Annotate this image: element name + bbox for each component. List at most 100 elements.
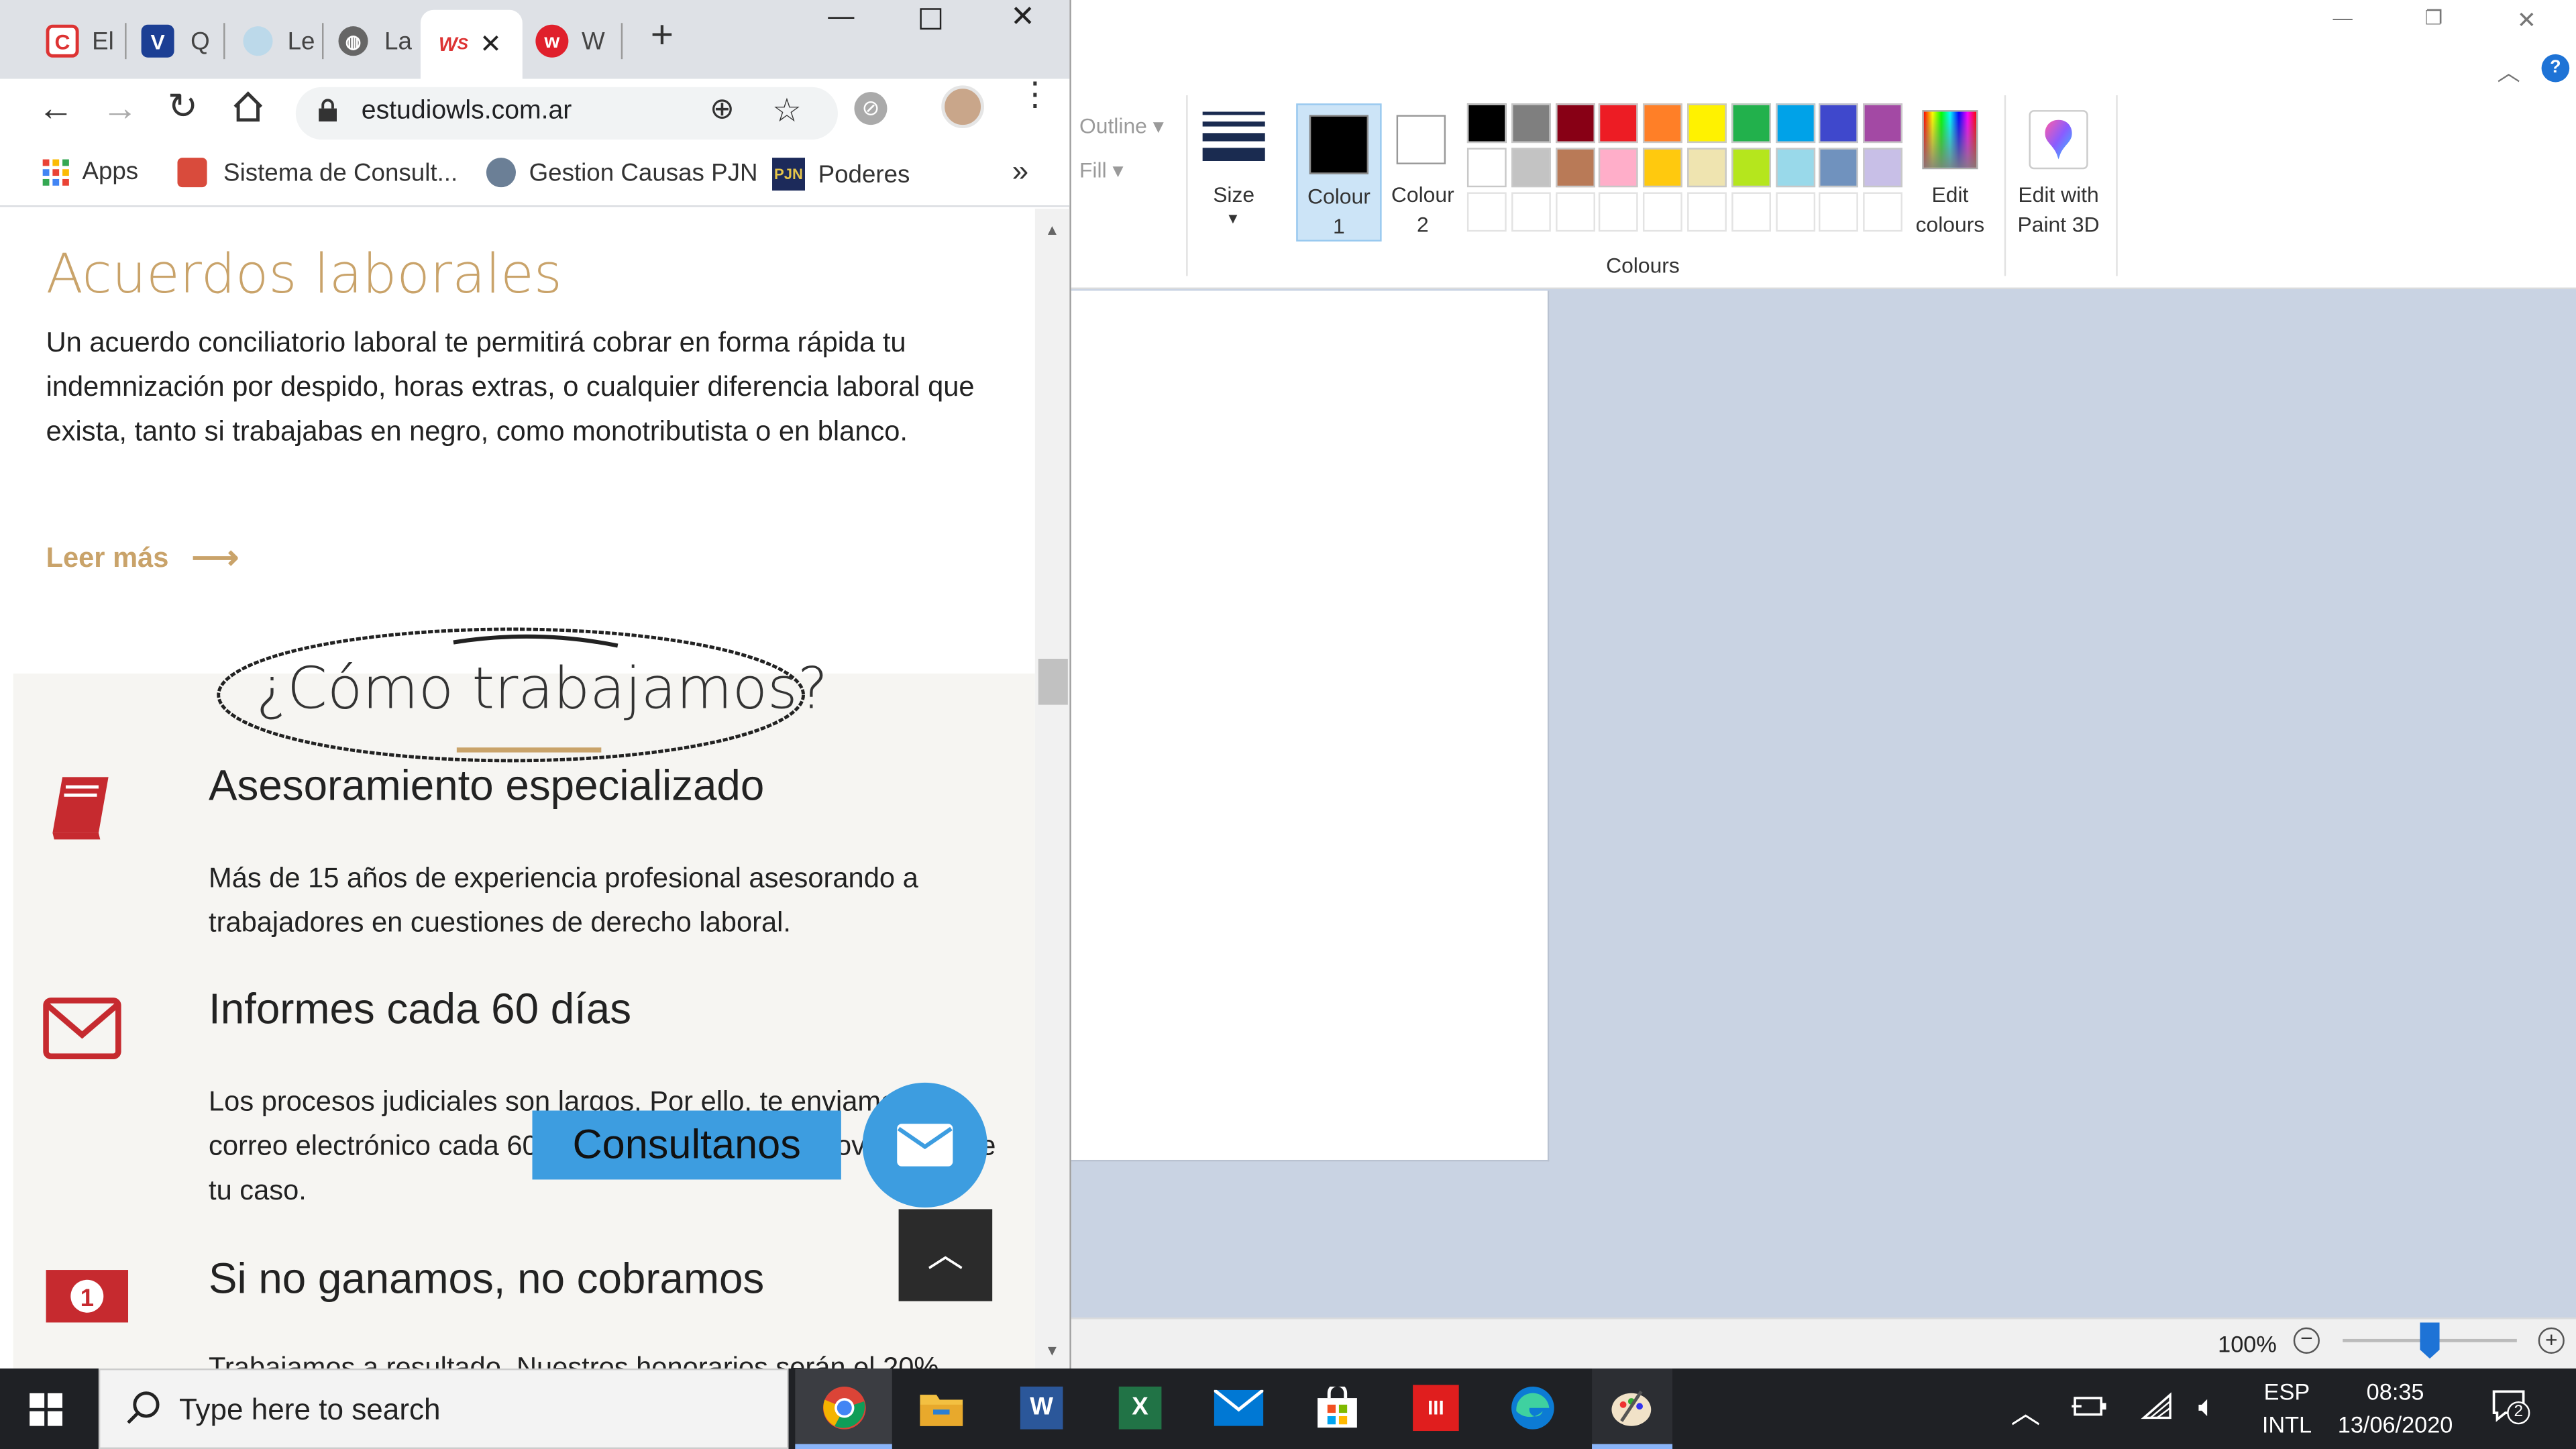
size-button[interactable]: Size ▼ xyxy=(1196,102,1272,247)
bookmark-poderes[interactable]: PJN Poderes xyxy=(772,158,910,191)
tab-label: El xyxy=(92,27,114,56)
scroll-thumb[interactable] xyxy=(1038,659,1068,705)
custom-colour-slot[interactable] xyxy=(1863,192,1903,232)
read-more-link[interactable]: Leer más ⟶ xyxy=(46,537,239,578)
file-explorer-icon[interactable] xyxy=(917,1383,966,1432)
tab-3[interactable]: Le xyxy=(243,16,315,65)
palette-swatch[interactable] xyxy=(1863,148,1903,188)
windows-start-icon[interactable] xyxy=(30,1393,63,1434)
forward-icon[interactable]: → xyxy=(102,87,138,130)
clock[interactable]: 08:35 13/06/2020 xyxy=(2330,1375,2461,1441)
home-icon[interactable] xyxy=(230,89,266,133)
help-icon[interactable]: ? xyxy=(2541,54,2570,83)
profile-avatar[interactable] xyxy=(941,85,984,129)
minimize-icon[interactable]: — xyxy=(2333,7,2353,30)
edge-icon[interactable] xyxy=(1508,1383,1557,1432)
scroll-down-icon[interactable]: ▼ xyxy=(1045,1342,1060,1358)
scroll-up-icon[interactable]: ▲ xyxy=(1045,222,1060,238)
more-bookmarks-icon[interactable]: » xyxy=(1012,154,1029,189)
menu-dots-icon[interactable]: ⋮ xyxy=(1018,79,1051,112)
scroll-to-top-button[interactable]: ︿ xyxy=(898,1209,993,1301)
red-app-icon[interactable]: III xyxy=(1411,1383,1460,1432)
close-window-icon[interactable]: ✕ xyxy=(1010,0,1035,34)
edit-colours-button[interactable]: Edit colours xyxy=(1913,103,1988,245)
volume-icon[interactable]: 🔈︎ xyxy=(2198,1390,2216,1424)
maximize-icon[interactable] xyxy=(920,8,942,30)
custom-colour-slot[interactable] xyxy=(1687,192,1727,232)
mail-app-icon[interactable] xyxy=(1214,1383,1264,1432)
mail-fab-button[interactable] xyxy=(862,1082,987,1208)
palette-swatch[interactable] xyxy=(1819,103,1859,144)
palette-swatch[interactable] xyxy=(1599,103,1639,144)
bookmark-sistema[interactable]: Sistema de Consult... xyxy=(177,158,458,188)
palette-swatch[interactable] xyxy=(1863,103,1903,144)
new-tab-button[interactable]: + xyxy=(651,13,674,60)
tab-6[interactable]: w W xyxy=(535,16,605,65)
palette-swatch[interactable] xyxy=(1731,103,1771,144)
feature-title: Si no ganamos, no cobramos xyxy=(209,1253,765,1303)
zoom-in-icon[interactable]: + xyxy=(2538,1327,2565,1354)
palette-swatch[interactable] xyxy=(1687,148,1727,188)
bookmark-gestion[interactable]: Gestion Causas PJN xyxy=(486,158,758,188)
page-scrollbar[interactable]: ▲ ▼ xyxy=(1034,209,1070,1369)
paint-icon[interactable] xyxy=(1607,1383,1656,1432)
collapse-ribbon-icon[interactable]: ︿ xyxy=(2497,56,2520,89)
palette-swatch[interactable] xyxy=(1466,148,1507,188)
custom-colour-slot[interactable] xyxy=(1643,192,1683,232)
palette-swatch[interactable] xyxy=(1555,148,1595,188)
tab-4[interactable]: ◍ La xyxy=(338,16,412,65)
palette-swatch[interactable] xyxy=(1819,148,1859,188)
zoom-icon[interactable]: ⊕ xyxy=(710,92,735,126)
close-icon[interactable]: ✕ xyxy=(2517,7,2536,35)
palette-swatch[interactable] xyxy=(1466,103,1507,144)
palette-swatch[interactable] xyxy=(1643,103,1683,144)
custom-colour-slot[interactable] xyxy=(1775,192,1815,232)
drawing-canvas[interactable] xyxy=(1071,290,1550,1162)
close-tab-icon[interactable]: ✕ xyxy=(480,28,502,61)
fill-dropdown[interactable]: Fill ▾ xyxy=(1079,156,1124,186)
action-center-icon[interactable]: 2 xyxy=(2491,1388,2530,1425)
custom-colour-slot[interactable] xyxy=(1466,192,1507,232)
restore-icon[interactable]: ❐ xyxy=(2425,7,2443,30)
custom-colour-slot[interactable] xyxy=(1731,192,1771,232)
tab-2[interactable]: V Q xyxy=(141,16,210,65)
palette-swatch[interactable] xyxy=(1511,103,1551,144)
word-icon[interactable]: W xyxy=(1017,1383,1066,1432)
palette-swatch[interactable] xyxy=(1555,103,1595,144)
colour1-button[interactable]: Colour 1 xyxy=(1296,103,1382,242)
contact-button[interactable]: Consultanos xyxy=(532,1110,841,1180)
bookmark-apps[interactable]: Apps xyxy=(42,158,139,186)
minimize-icon[interactable]: — xyxy=(828,3,854,33)
palette-swatch[interactable] xyxy=(1643,148,1683,188)
back-icon[interactable]: ← xyxy=(38,87,74,130)
palette-swatch[interactable] xyxy=(1775,103,1815,144)
address-bar[interactable]: estudiowls.com.ar ⊕ ☆ xyxy=(295,87,838,140)
palette-swatch[interactable] xyxy=(1731,148,1771,188)
edit-with-paint3d-button[interactable]: Edit with Paint 3D xyxy=(2011,103,2106,245)
wifi-icon[interactable] xyxy=(2141,1391,2174,1429)
tab-1[interactable]: C El xyxy=(46,16,114,65)
colour2-button[interactable]: Colour 2 xyxy=(1383,103,1468,241)
show-hidden-icons-icon[interactable]: ︿ xyxy=(2011,1390,2041,1433)
bookmark-star-icon[interactable]: ☆ xyxy=(772,91,802,131)
palette-swatch[interactable] xyxy=(1775,148,1815,188)
tab-active[interactable]: WS ✕ xyxy=(420,9,523,79)
taskbar-search-box[interactable]: Type here to search xyxy=(98,1368,789,1449)
palette-swatch[interactable] xyxy=(1511,148,1551,188)
palette-swatch[interactable] xyxy=(1687,103,1727,144)
chrome-icon[interactable] xyxy=(820,1383,869,1432)
custom-colour-slot[interactable] xyxy=(1555,192,1595,232)
extension-icon[interactable]: ⊘ xyxy=(854,92,888,125)
zoom-out-icon[interactable]: − xyxy=(2293,1327,2320,1354)
palette-swatch[interactable] xyxy=(1599,148,1639,188)
language-indicator[interactable]: ESP INTL xyxy=(2261,1375,2313,1441)
custom-colour-slot[interactable] xyxy=(1511,192,1551,232)
excel-icon[interactable]: X xyxy=(1116,1383,1165,1432)
custom-colour-slot[interactable] xyxy=(1819,192,1859,232)
battery-icon[interactable] xyxy=(2072,1393,2108,1428)
store-icon[interactable] xyxy=(1313,1383,1362,1432)
custom-colour-slot[interactable] xyxy=(1599,192,1639,232)
outline-dropdown[interactable]: Outline ▾ xyxy=(1079,112,1164,142)
paint3d-icon xyxy=(2029,110,2088,170)
reload-icon[interactable]: ↻ xyxy=(168,85,198,128)
